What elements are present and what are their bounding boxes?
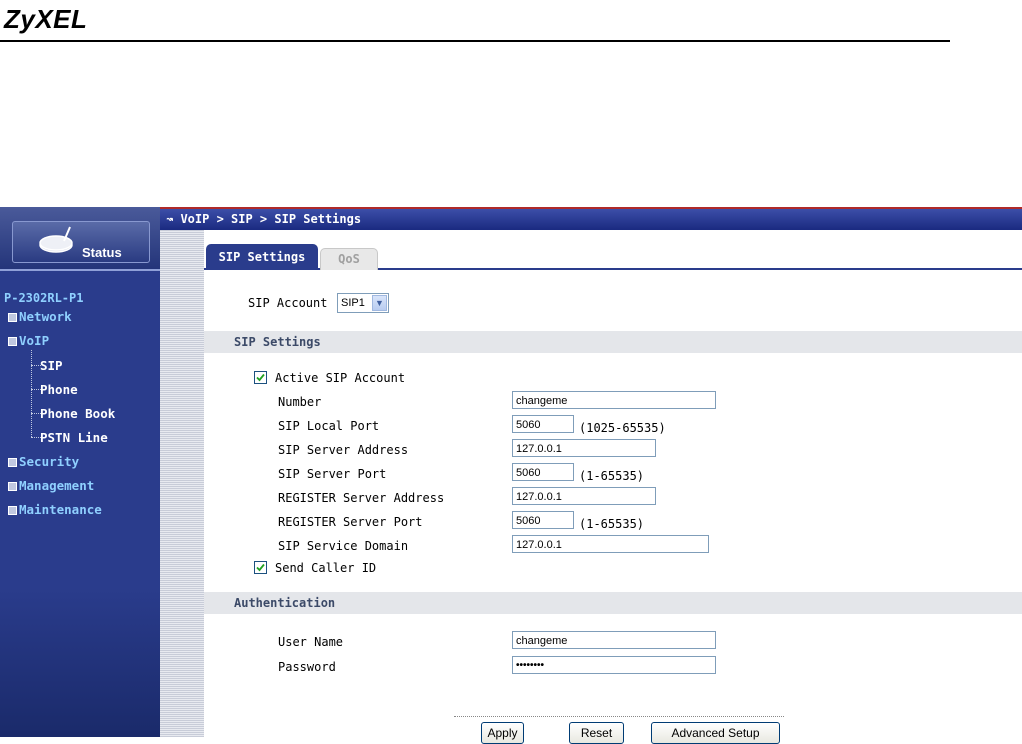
active-sip-account-label: Active SIP Account bbox=[275, 371, 406, 385]
sidebar: Status P-2302RL-P1 Network VoIP SIP Phon… bbox=[0, 207, 160, 737]
expand-icon bbox=[8, 506, 17, 515]
sip-local-port-range: (1025-65535) bbox=[579, 421, 666, 435]
chevron-down-icon: ▼ bbox=[372, 295, 387, 311]
sidebar-item-phone[interactable]: Phone bbox=[40, 382, 78, 397]
send-caller-id-label: Send Caller ID bbox=[275, 561, 377, 575]
password-label: Password bbox=[278, 660, 336, 674]
sip-server-address-label: SIP Server Address bbox=[278, 443, 409, 457]
sidebar-item-network[interactable]: Network bbox=[8, 309, 72, 324]
sip-local-port-label: SIP Local Port bbox=[278, 419, 380, 433]
sip-server-port-field[interactable]: 5060 bbox=[512, 463, 574, 481]
sip-settings-header: SIP Settings bbox=[204, 331, 1022, 353]
breadcrumb-bar: ↝ VoIP > SIP > SIP Settings bbox=[160, 207, 1022, 230]
sip-server-port-label: SIP Server Port bbox=[278, 467, 387, 481]
checkmark-icon bbox=[256, 373, 265, 382]
sip-server-port-range: (1-65535) bbox=[579, 469, 645, 483]
register-server-port-field[interactable]: 5060 bbox=[512, 511, 574, 529]
breadcrumb: ↝ VoIP > SIP > SIP Settings bbox=[166, 212, 362, 226]
status-button[interactable] bbox=[12, 221, 150, 263]
collapse-icon bbox=[8, 337, 17, 346]
apply-button[interactable]: Apply bbox=[481, 722, 524, 744]
zyxel-logo: ZyXEL bbox=[4, 4, 88, 34]
tab-sip-settings[interactable]: SIP Settings bbox=[206, 244, 318, 270]
sidebar-fade bbox=[0, 587, 160, 737]
user-name-label: User Name bbox=[278, 635, 344, 649]
sidebar-item-voip[interactable]: VoIP bbox=[8, 333, 49, 348]
number-field[interactable]: changeme bbox=[512, 391, 716, 409]
register-server-address-field[interactable]: 127.0.0.1 bbox=[512, 487, 656, 505]
sip-account-label: SIP Account : bbox=[248, 296, 342, 310]
sip-server-address-field[interactable]: 127.0.0.1 bbox=[512, 439, 656, 457]
status-label[interactable]: Status bbox=[82, 245, 122, 260]
button-divider bbox=[454, 716, 784, 717]
breadcrumb-arrow-icon: ↝ bbox=[166, 212, 181, 226]
sip-settings-heading: SIP Settings bbox=[234, 335, 321, 349]
sidebar-item-phone-book[interactable]: Phone Book bbox=[40, 406, 115, 421]
authentication-heading: Authentication bbox=[234, 596, 336, 610]
active-sip-account-checkbox[interactable] bbox=[254, 371, 267, 384]
sidebar-item-security[interactable]: Security bbox=[8, 454, 79, 469]
register-server-address-label: REGISTER Server Address bbox=[278, 491, 445, 505]
user-name-field[interactable]: changeme bbox=[512, 631, 716, 649]
sidebar-item-maintenance[interactable]: Maintenance bbox=[8, 502, 102, 517]
tree-line bbox=[31, 350, 32, 437]
expand-icon bbox=[8, 458, 17, 467]
sip-account-select[interactable]: SIP1 ▼ bbox=[337, 293, 389, 313]
status-box: Status bbox=[0, 207, 160, 271]
device-name: P-2302RL-P1 bbox=[4, 291, 84, 305]
register-server-port-label: REGISTER Server Port bbox=[278, 515, 423, 529]
header-rule bbox=[0, 40, 950, 42]
sidebar-item-management[interactable]: Management bbox=[8, 478, 94, 493]
register-server-port-range: (1-65535) bbox=[579, 517, 645, 531]
sidebar-item-sip[interactable]: SIP bbox=[40, 358, 63, 373]
sip-service-domain-field[interactable]: 127.0.0.1 bbox=[512, 535, 709, 553]
tab-qos[interactable]: QoS bbox=[320, 248, 378, 270]
reset-button[interactable]: Reset bbox=[569, 722, 624, 744]
checkmark-icon bbox=[256, 563, 265, 572]
advanced-setup-button[interactable]: Advanced Setup bbox=[651, 722, 780, 744]
password-field[interactable]: •••••••• bbox=[512, 656, 716, 674]
authentication-header: Authentication bbox=[204, 592, 1022, 614]
expand-icon bbox=[8, 313, 17, 322]
expand-icon bbox=[8, 482, 17, 491]
number-label: Number bbox=[278, 395, 322, 409]
send-caller-id-checkbox[interactable] bbox=[254, 561, 267, 574]
sip-local-port-field[interactable]: 5060 bbox=[512, 415, 574, 433]
sidebar-item-pstn-line[interactable]: PSTN Line bbox=[40, 430, 108, 445]
striped-divider bbox=[160, 228, 204, 737]
router-icon bbox=[39, 226, 73, 253]
sip-service-domain-label: SIP Service Domain bbox=[278, 539, 409, 553]
